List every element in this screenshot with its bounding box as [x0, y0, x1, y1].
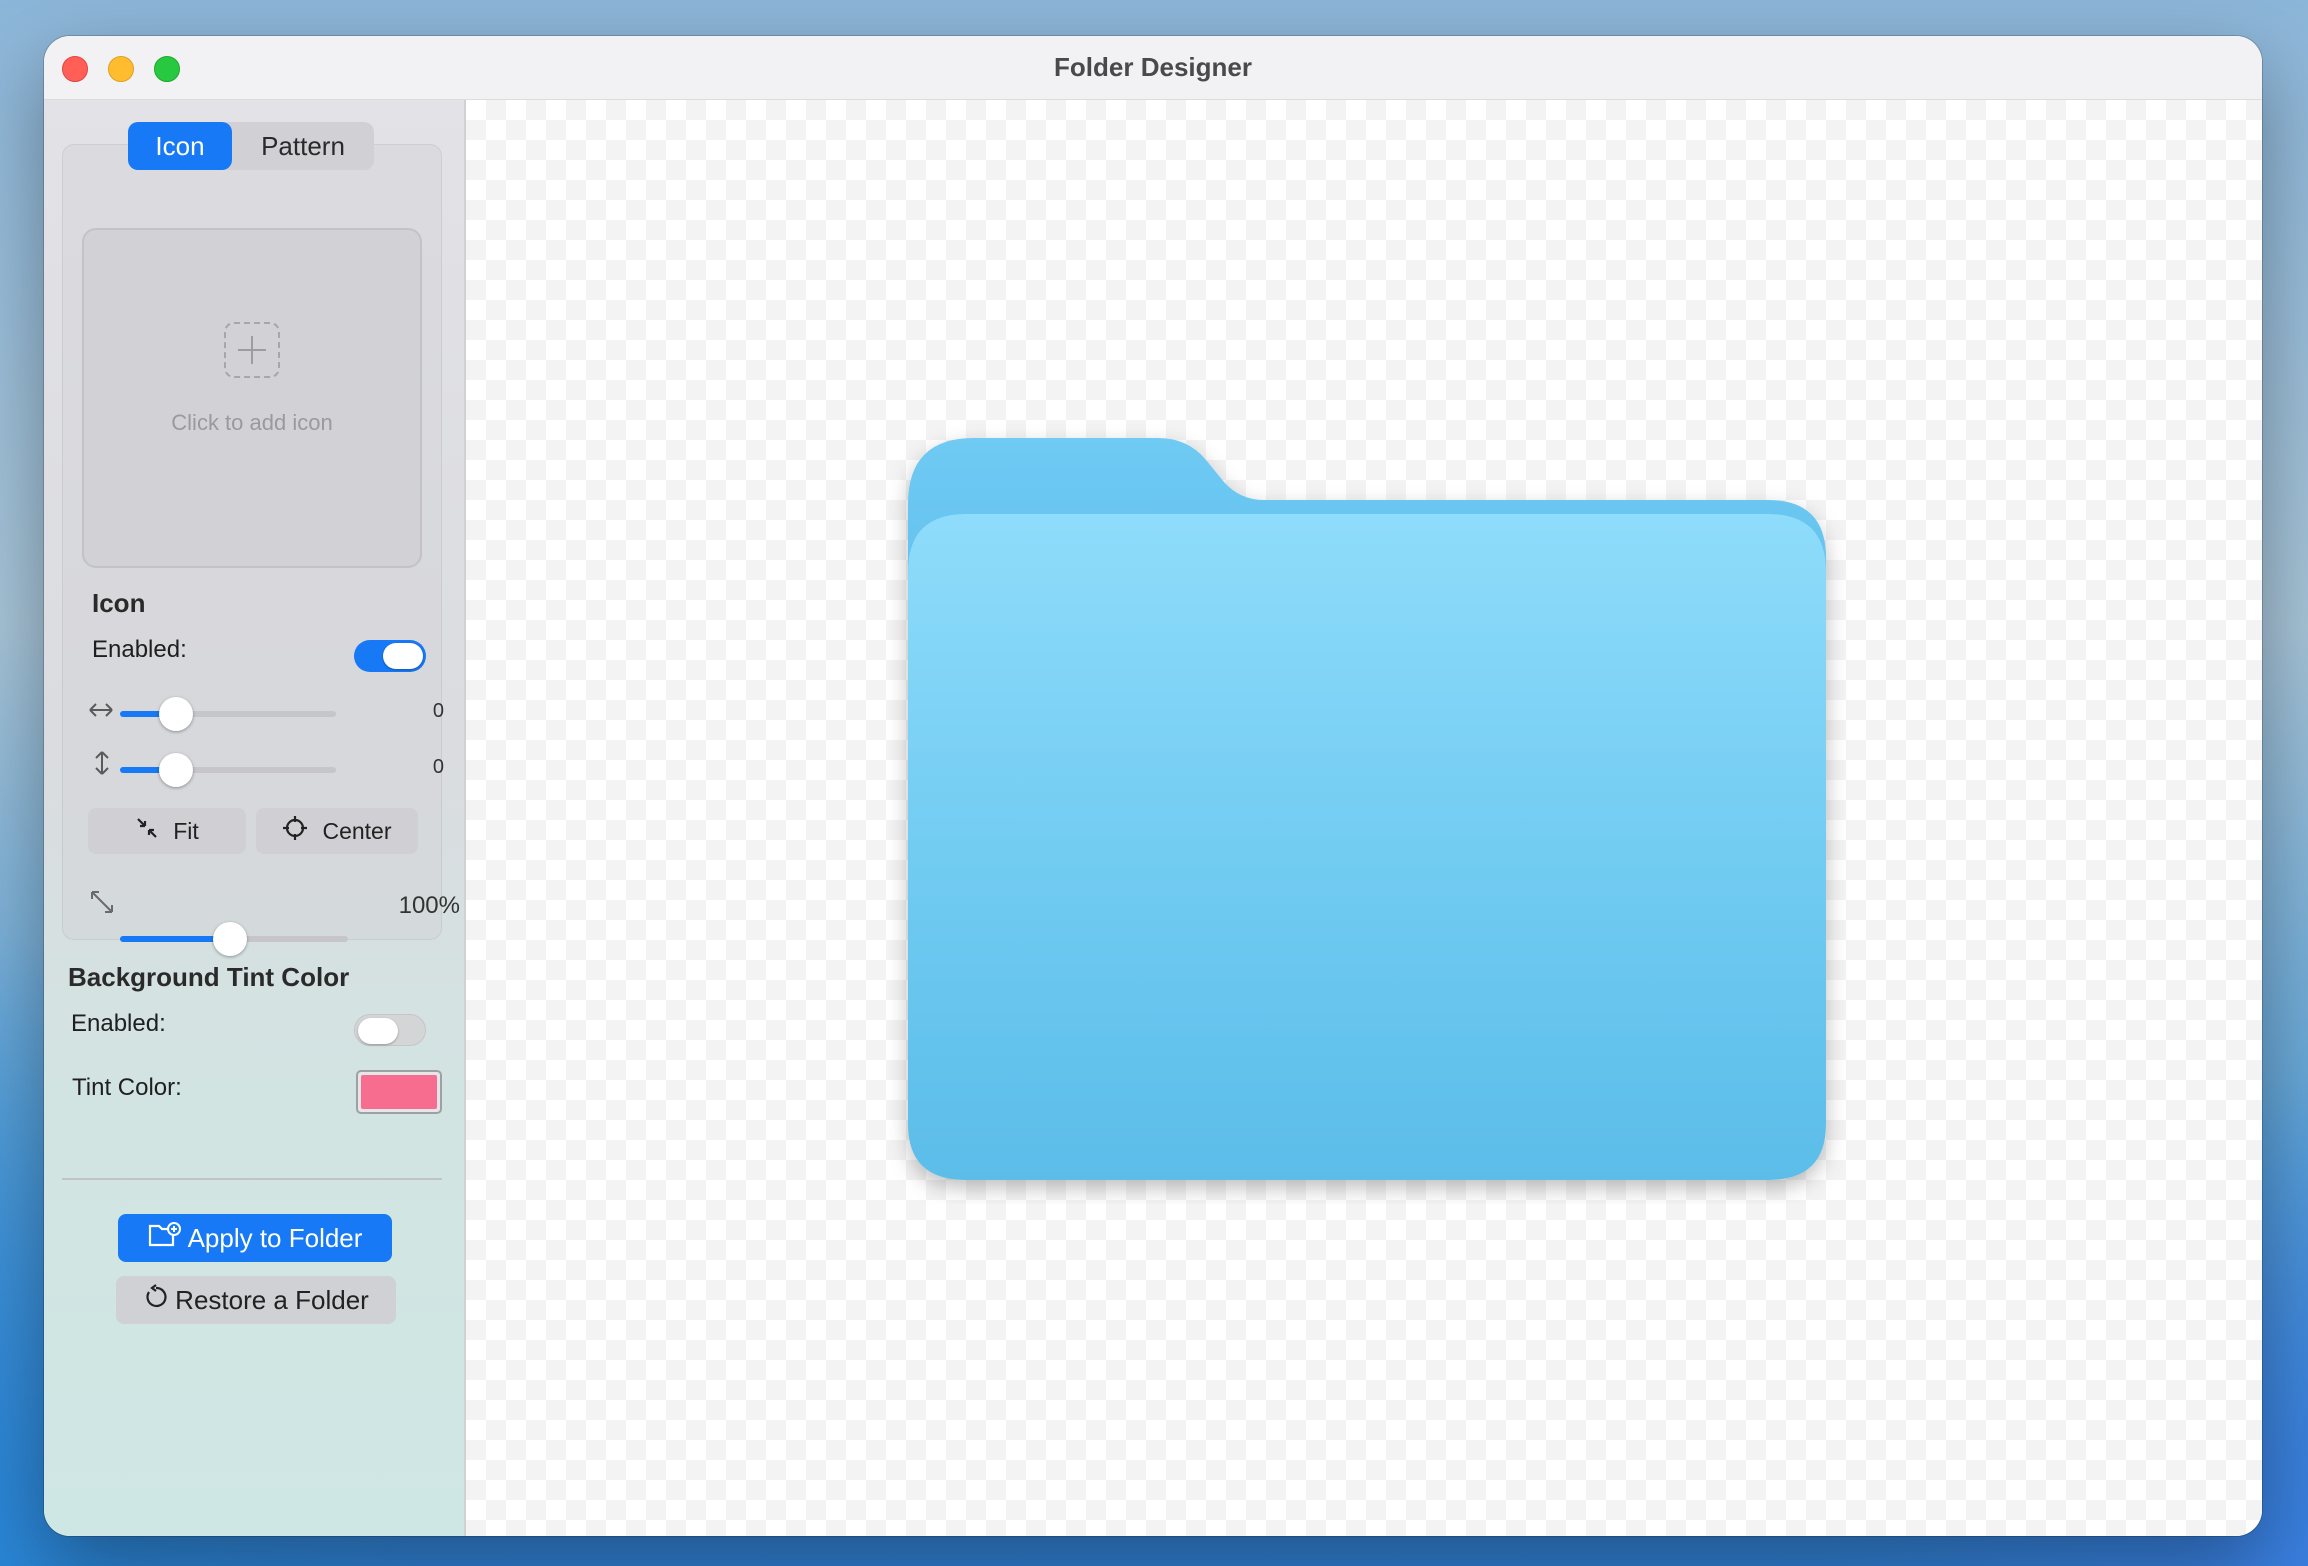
window-title: Folder Designer: [1054, 52, 1252, 82]
scale-slider-thumb[interactable]: [213, 922, 247, 956]
center-button[interactable]: Center: [256, 808, 418, 854]
y-offset-slider[interactable]: [120, 753, 336, 787]
restore-arrow-icon: [143, 1283, 169, 1317]
resize-icon: [90, 890, 114, 921]
tint-color-label: Tint Color:: [72, 1074, 182, 1101]
plus-icon: [224, 322, 280, 378]
vertical-arrows-icon: [92, 750, 112, 783]
y-offset-slider-thumb[interactable]: [159, 753, 193, 787]
shrink-arrows-icon: [135, 816, 159, 846]
app-window: Folder Designer Icon Pattern Click to ad…: [44, 36, 2262, 1536]
sidebar: Icon Pattern Click to add icon Icon Enab…: [44, 100, 466, 1536]
x-offset-slider[interactable]: [120, 697, 336, 731]
y-offset-value: 0: [432, 756, 444, 778]
mode-segmented-control: Icon Pattern: [128, 122, 374, 170]
preview-canvas: [466, 100, 2262, 1536]
icon-enabled-label: Enabled:: [92, 636, 187, 663]
icon-section-heading: Icon: [92, 588, 146, 618]
folder-add-icon: [148, 1221, 182, 1256]
tab-pattern[interactable]: Pattern: [232, 122, 374, 170]
crosshair-icon: [282, 815, 308, 847]
apply-to-folder-button[interactable]: Apply to Folder: [118, 1214, 392, 1262]
fit-button-label: Fit: [173, 817, 199, 844]
title-bar: Folder Designer: [44, 36, 2262, 100]
tint-enabled-toggle[interactable]: [354, 1014, 426, 1046]
restore-folder-button[interactable]: Restore a Folder: [116, 1276, 396, 1324]
icon-drop-zone[interactable]: Click to add icon: [82, 228, 422, 568]
x-offset-slider-thumb[interactable]: [159, 697, 193, 731]
tint-enabled-label: Enabled:: [71, 1010, 166, 1037]
restore-button-label: Restore a Folder: [175, 1284, 369, 1315]
fit-button[interactable]: Fit: [88, 808, 246, 854]
toggle-knob: [383, 643, 423, 669]
icon-enabled-toggle[interactable]: [354, 640, 426, 672]
center-button-label: Center: [322, 817, 392, 844]
tint-section-heading: Background Tint Color: [68, 962, 350, 992]
folder-preview: [888, 424, 1848, 1209]
tint-color-swatch: [361, 1075, 437, 1109]
tint-color-well[interactable]: [356, 1070, 442, 1114]
scale-value: 100%: [398, 892, 460, 919]
apply-button-label: Apply to Folder: [187, 1222, 363, 1253]
x-offset-value: 0: [432, 700, 444, 722]
drop-zone-hint: Click to add icon: [171, 410, 333, 435]
toggle-knob: [358, 1018, 398, 1044]
scale-slider[interactable]: [120, 922, 348, 956]
section-divider: [62, 1178, 442, 1180]
horizontal-arrows-icon: [88, 696, 114, 727]
tab-icon[interactable]: Icon: [128, 122, 232, 170]
